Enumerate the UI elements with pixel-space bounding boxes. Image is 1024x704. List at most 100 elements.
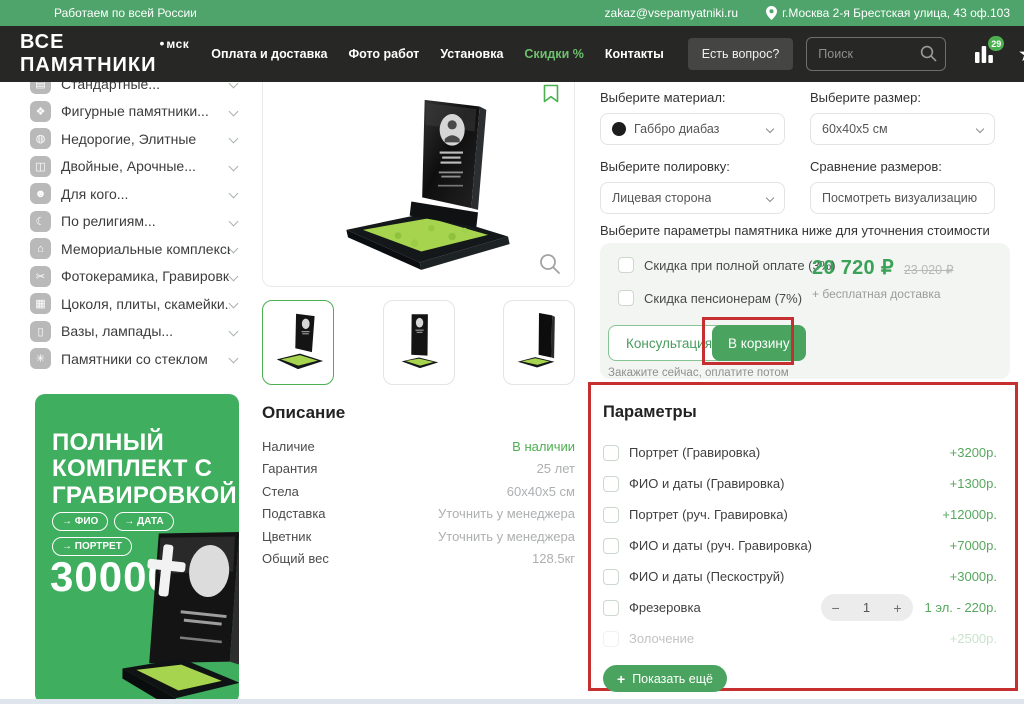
parameters-hint: Выберите параметры памятника ниже для ут… bbox=[600, 223, 1020, 238]
main-nav: Оплата и доставка Фото работ Установка С… bbox=[211, 47, 664, 61]
sidebar-item-vases-lamps[interactable]: ▯Вазы, лампады... bbox=[0, 318, 255, 346]
param-fio-dates-hand-engraving[interactable]: ФИО и даты (руч. Гравировка) +7000р. bbox=[603, 530, 997, 561]
desc-row-weight: Общий вес128.5кг bbox=[262, 548, 575, 571]
chevron-down-icon bbox=[229, 354, 239, 364]
sidebar-item-photoceramics[interactable]: ✂Фотокерамика, Гравировка... bbox=[0, 263, 255, 291]
discount-full-payment-checkbox[interactable]: Скидка при полной оплате (3%) bbox=[618, 257, 836, 273]
sidebar-item-figured[interactable]: ❖Фигурные памятники... bbox=[0, 98, 255, 126]
compare-badge: 29 bbox=[988, 36, 1004, 51]
polish-select[interactable]: Лицевая сторона bbox=[600, 182, 785, 214]
desc-row-availability: НаличиеВ наличии bbox=[262, 435, 575, 458]
param-gilding[interactable]: Золочение +2500р. bbox=[603, 623, 997, 654]
logo-text: ВСЕ ПАМЯТНИКИ bbox=[20, 31, 156, 77]
photoceramics-category-icon: ✂ bbox=[30, 266, 51, 287]
thumbnail-2[interactable] bbox=[383, 300, 455, 385]
sidebar-item-glass-monuments[interactable]: ✳Памятники со стеклом bbox=[0, 345, 255, 373]
visualization-button[interactable]: Посмотреть визуализацию bbox=[810, 182, 995, 214]
nav-photo-works[interactable]: Фото работ bbox=[348, 47, 419, 61]
parameters-annotation-frame: Параметры Портрет (Гравировка) +3200р. Ф… bbox=[588, 382, 1018, 691]
header-icons: 29 ★ 0 0 bbox=[971, 41, 1024, 67]
sidebar-item-plinths-slabs[interactable]: ▦Цоколя, плиты, скамейки... bbox=[0, 290, 255, 318]
main-header: ВСЕ ПАМЯТНИКИ • мск Оплата и доставка Фо… bbox=[0, 26, 1024, 82]
favorites-button[interactable]: ★ 0 bbox=[1014, 41, 1024, 67]
nav-discounts[interactable]: Скидки % bbox=[524, 47, 583, 61]
budget-category-icon: ◍ bbox=[30, 128, 51, 149]
chevron-down-icon bbox=[229, 106, 239, 116]
checkbox-icon bbox=[618, 257, 634, 273]
nav-contacts[interactable]: Контакты bbox=[605, 47, 664, 61]
product-monument-image bbox=[298, 89, 548, 279]
sidebar-item-by-religion[interactable]: ☾По религиям... bbox=[0, 208, 255, 236]
double-category-icon: ◫ bbox=[30, 156, 51, 177]
stepper-plus-button[interactable]: + bbox=[893, 601, 901, 615]
checkbox-icon bbox=[603, 631, 619, 647]
stepper-value: 1 bbox=[863, 600, 870, 615]
checkbox-icon bbox=[603, 445, 619, 461]
stepper-minus-button[interactable]: − bbox=[832, 601, 840, 615]
material-select[interactable]: Габбро диабаз bbox=[600, 113, 785, 145]
footer-edge bbox=[0, 699, 1024, 704]
promo-monument-image bbox=[113, 501, 239, 704]
plus-icon: + bbox=[617, 672, 625, 686]
price-panel: Скидка при полной оплате (3%) Скидка пен… bbox=[600, 243, 1010, 379]
plinths-category-icon: ▦ bbox=[30, 293, 51, 314]
description-section: Описание НаличиеВ наличии Гарантия25 лет… bbox=[262, 403, 575, 570]
topbar-address: г.Москва 2-я Брестская улица, 43 оф.103 bbox=[766, 6, 1010, 20]
memorial-category-icon: ⌂ bbox=[30, 238, 51, 259]
sidebar-item-double-arched[interactable]: ◫Двойные, Арочные... bbox=[0, 153, 255, 181]
thumbnail-strip bbox=[262, 300, 575, 385]
for-whom-category-icon: ☻ bbox=[30, 183, 51, 204]
param-portrait-hand-engraving[interactable]: Портрет (руч. Гравировка) +12000р. bbox=[603, 499, 997, 530]
logo-city: мск bbox=[166, 37, 189, 51]
desc-row-flowerbed: ЦветникУточнить у менеджера bbox=[262, 525, 575, 548]
size-select[interactable]: 60x40x5 см bbox=[810, 113, 995, 145]
chevron-down-icon bbox=[229, 161, 239, 171]
chevron-down-icon bbox=[229, 299, 239, 309]
topbar-tagline: Работаем по всей России bbox=[54, 6, 197, 20]
material-color-swatch bbox=[612, 122, 626, 136]
chevron-down-icon bbox=[229, 189, 239, 199]
zoom-image-icon[interactable] bbox=[539, 253, 561, 275]
current-price: 20 720 ₽ bbox=[812, 255, 894, 280]
logo[interactable]: ВСЕ ПАМЯТНИКИ • мск bbox=[20, 31, 189, 77]
compare-button[interactable]: 29 bbox=[971, 41, 997, 67]
show-more-button[interactable]: + Показать ещё bbox=[603, 665, 727, 692]
figured-category-icon: ❖ bbox=[30, 101, 51, 122]
param-fio-dates-sandblast[interactable]: ФИО и даты (Пескоструй) +3000р. bbox=[603, 561, 997, 592]
param-milling[interactable]: Фрезеровка − 1 + 1 эл. - 220р. bbox=[603, 592, 997, 623]
promo-title: ПОЛНЫЙ КОМПЛЕКТ С ГРАВИРОВКОЙ bbox=[52, 430, 237, 509]
category-sidebar: ▤Стандартные... ❖Фигурные памятники... ◍… bbox=[0, 70, 255, 373]
location-pin-icon bbox=[766, 6, 777, 20]
discount-pensioners-checkbox[interactable]: Скидка пенсионерам (7%) bbox=[618, 290, 802, 306]
ask-question-button[interactable]: Есть вопрос? bbox=[688, 38, 793, 70]
parameters-section: Параметры Портрет (Гравировка) +3200р. Ф… bbox=[603, 403, 997, 692]
parameters-title: Параметры bbox=[603, 403, 997, 422]
search-icon[interactable] bbox=[920, 45, 937, 62]
description-title: Описание bbox=[262, 403, 575, 423]
free-delivery-note: + бесплатная доставка bbox=[812, 287, 954, 301]
checkbox-icon bbox=[603, 569, 619, 585]
nav-payment-delivery[interactable]: Оплата и доставка bbox=[211, 47, 327, 61]
sidebar-item-memorial-complexes[interactable]: ⌂Мемориальные комплексы bbox=[0, 235, 255, 263]
chevron-down-icon bbox=[229, 244, 239, 254]
material-label: Выберите материал: bbox=[600, 90, 785, 105]
param-portrait-engraving[interactable]: Портрет (Гравировка) +3200р. bbox=[603, 437, 997, 468]
checkbox-icon bbox=[603, 538, 619, 554]
nav-installation[interactable]: Установка bbox=[440, 47, 503, 61]
page: Работаем по всей России zakaz@vsepamyatn… bbox=[0, 0, 1024, 704]
topbar-email-link[interactable]: zakaz@vsepamyatniki.ru bbox=[605, 6, 739, 20]
thumbnail-1[interactable] bbox=[262, 300, 334, 385]
desc-row-stele: Стела60x40x5 см bbox=[262, 480, 575, 503]
thumbnail-3[interactable] bbox=[503, 300, 575, 385]
size-label: Выберите размер: bbox=[810, 90, 995, 105]
glass-category-icon: ✳ bbox=[30, 348, 51, 369]
sidebar-item-for-whom[interactable]: ☻Для кого... bbox=[0, 180, 255, 208]
product-image-card[interactable] bbox=[262, 50, 575, 287]
sidebar-item-budget-elite[interactable]: ◍Недорогие, Элитные bbox=[0, 125, 255, 153]
chevron-down-icon bbox=[976, 125, 984, 133]
add-to-cart-button[interactable]: В корзину bbox=[712, 325, 806, 361]
star-icon: ★ bbox=[1018, 44, 1024, 65]
param-fio-dates-engraving[interactable]: ФИО и даты (Гравировка) +1300р. bbox=[603, 468, 997, 499]
promo-banner[interactable]: ПОЛНЫЙ КОМПЛЕКТ С ГРАВИРОВКОЙ → ФИО → ДА… bbox=[35, 394, 239, 704]
checkbox-icon bbox=[603, 476, 619, 492]
